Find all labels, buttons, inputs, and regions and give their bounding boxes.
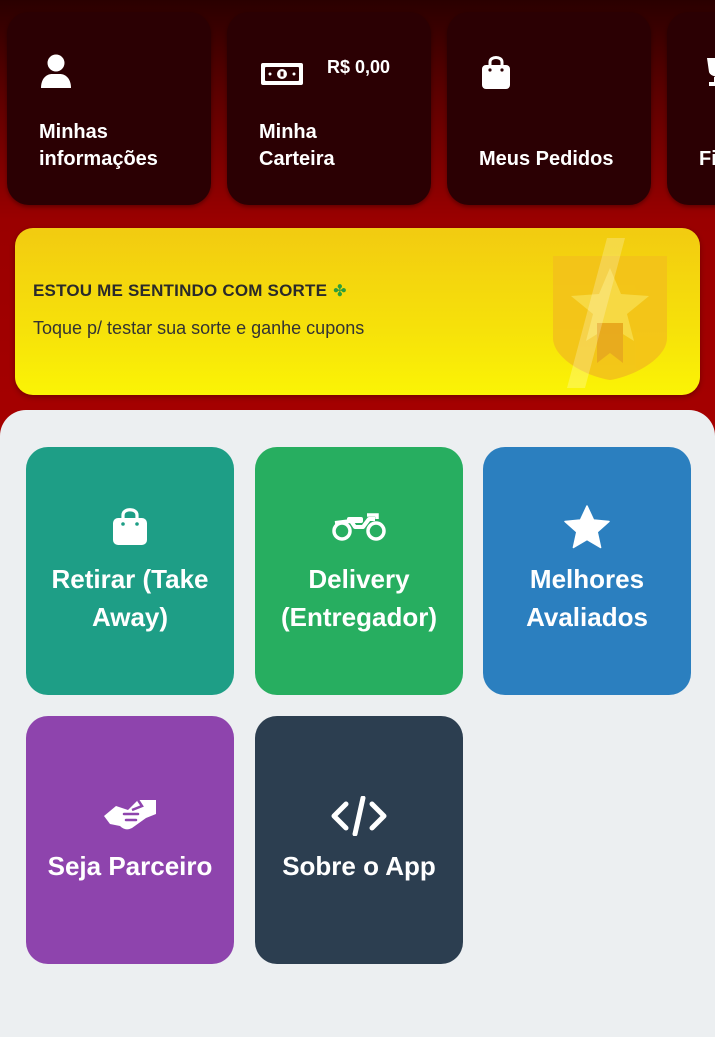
main-panel: Retirar (Take Away) Delivery (Entregador… [0,410,715,1037]
take-away-label: Retirar (Take Away) [51,564,209,632]
partial-menu-card[interactable]: Fi [667,12,715,205]
handshake-icon [26,792,234,839]
best-rated-tile[interactable]: Melhores Avaliados [483,447,691,695]
my-wallet-card[interactable]: R$ 0,00 Minha Carteira [227,12,431,205]
my-info-label: Minhas informações [39,121,158,170]
top-quick-menu: Minhas informações R$ 0,00 Minha Carteir… [0,0,715,215]
trophy-icon [699,52,715,96]
delivery-label: Delivery (Entregador) [281,564,437,632]
about-app-label: Sobre o App [282,851,436,881]
shopping-bag-icon [26,505,234,552]
partial-menu-label: Fi [699,148,715,170]
take-away-tile[interactable]: Retirar (Take Away) [26,447,234,695]
my-orders-card[interactable]: Meus Pedidos [447,12,651,205]
money-bill-icon [259,52,303,96]
my-info-card[interactable]: Minhas informações [7,12,211,205]
my-wallet-label: Minha Carteira [259,121,335,170]
best-rated-label: Melhores Avaliados [526,564,648,632]
clover-icon: ✤ [333,283,347,300]
become-partner-label: Seja Parceiro [47,851,213,881]
star-badge-icon [545,238,675,388]
user-icon [39,52,83,96]
luck-banner[interactable]: ESTOU ME SENTINDO COM SORTE ✤ Toque p/ te… [15,228,700,395]
delivery-tile[interactable]: Delivery (Entregador) [255,447,463,695]
motorcycle-icon [255,509,463,548]
star-icon [483,505,691,554]
wallet-balance: R$ 0,00 [327,57,391,77]
luck-title-text: ESTOU ME SENTINDO COM SORTE [33,281,328,300]
my-orders-label: Meus Pedidos [479,148,614,170]
luck-banner-title: ESTOU ME SENTINDO COM SORTE ✤ [33,281,347,301]
luck-banner-subtitle: Toque p/ testar sua sorte e ganhe cupons [33,318,365,338]
about-app-tile[interactable]: Sobre o App [255,716,463,964]
code-icon [255,795,463,841]
shopping-bag-icon [479,52,523,96]
app-screen: Minhas informações R$ 0,00 Minha Carteir… [0,0,715,1037]
become-partner-tile[interactable]: Seja Parceiro [26,716,234,964]
